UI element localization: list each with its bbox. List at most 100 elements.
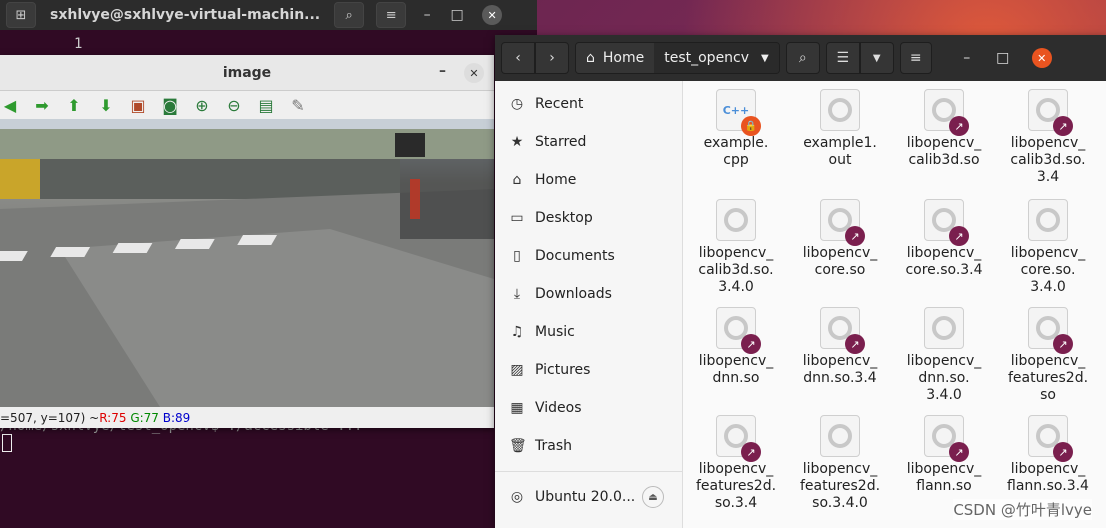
arrow-down-icon[interactable]: ⬇ [96, 95, 116, 115]
cpp-glyph: C++ [722, 103, 750, 117]
file-item[interactable]: ↗ libopencv_ core.so [788, 199, 892, 279]
terminal-header: ⊞ sxhlvye@sxhlvye-virtual-machin... ⌕ ≡ … [0, 0, 537, 30]
executable-file-icon: ↗ [820, 307, 865, 354]
sidebar-item-label: Pictures [535, 362, 591, 378]
maximize-button[interactable]: □ [442, 7, 472, 23]
file-item[interactable]: ↗ libopencv_ flann.so [892, 415, 996, 495]
minimize-button[interactable]: – [412, 7, 442, 23]
sidebar-divider [495, 471, 682, 472]
menu-button[interactable]: ≡ [899, 42, 932, 74]
chevron-down-icon: ▼ [872, 52, 881, 64]
breadcrumb-current-label: test_opencv [664, 50, 750, 66]
list-view-button[interactable]: ☰ [825, 42, 860, 74]
minimize-button[interactable]: – [439, 63, 446, 79]
sidebar-item-desktop[interactable]: ▭ Desktop [495, 199, 682, 237]
file-item[interactable]: ↗ libopencv_ calib3d.so [892, 89, 996, 169]
file-item[interactable]: example1. out [788, 89, 892, 169]
sidebar-item-videos[interactable]: ▦ Videos [495, 389, 682, 427]
executable-file-icon: ↗ [924, 89, 969, 136]
menu-button[interactable]: ≡ [376, 2, 407, 28]
gear-icon [1036, 208, 1060, 232]
symlink-badge-icon: ↗ [1053, 116, 1073, 136]
search-icon: ⌕ [345, 7, 353, 23]
sidebar-item-music[interactable]: ♫ Music [495, 313, 682, 351]
cursor-coords: =507, y=107) ~ [0, 410, 100, 425]
arrow-left-icon[interactable]: ◀ [0, 95, 20, 115]
file-name: libopencv_ features2d. so [1007, 353, 1089, 403]
breadcrumb-test-opencv[interactable]: test_opencv ▼ [654, 43, 779, 73]
image-view-icon[interactable]: ◙ [160, 95, 180, 115]
file-name: libopencv_ core.so.3.4 [905, 245, 983, 278]
file-name: libopencv_ core.so [802, 245, 878, 278]
symlink-badge-icon: ↗ [1053, 442, 1073, 462]
search-button[interactable]: ⌕ [334, 2, 365, 28]
terminal-title: sxhlvye@sxhlvye-virtual-machin... [50, 7, 321, 23]
sidebar-item-pictures[interactable]: ▨ Pictures [495, 351, 682, 389]
file-item[interactable]: ↗ libopencv_ dnn.so [684, 307, 788, 387]
gear-icon [932, 316, 956, 340]
brush-icon[interactable]: ✎ [288, 95, 308, 115]
file-item[interactable]: ↗ libopencv_ flann.so.3.4 [996, 415, 1100, 495]
minimize-button[interactable]: – [952, 50, 982, 66]
picture-icon[interactable]: ▣ [128, 95, 148, 115]
file-item[interactable]: libopencv_ calib3d.so. 3.4.0 [684, 199, 788, 296]
arrow-up-icon[interactable]: ⬆ [64, 95, 84, 115]
breadcrumb-home[interactable]: ⌂ Home [576, 43, 655, 73]
file-grid: C++ 🔒 example. cpp example1. out ↗ libopencv_… [684, 81, 1106, 528]
back-button[interactable]: ‹ [501, 42, 535, 74]
file-item[interactable]: ↗ libopencv_ calib3d.so. 3.4 [996, 89, 1100, 186]
gear-icon [724, 208, 748, 232]
chevron-right-icon: › [549, 50, 555, 66]
file-item[interactable]: ↗ libopencv_ core.so.3.4 [892, 199, 996, 279]
sidebar-item-label: Videos [535, 400, 582, 416]
sidebar-item-label: Recent [535, 96, 584, 112]
save-icon[interactable]: ▤ [256, 95, 276, 115]
files-headerbar: ‹ › ⌂ Home test_opencv ▼ ⌕ ☰ ▼ ≡ – □ ✕ [495, 35, 1106, 81]
search-button[interactable]: ⌕ [785, 42, 820, 74]
executable-file-icon [1028, 199, 1068, 241]
file-item[interactable]: ↗ libopencv_ dnn.so.3.4 [788, 307, 892, 387]
eject-icon[interactable]: ⏏ [642, 486, 664, 508]
file-name: libopencv_ calib3d.so [906, 135, 982, 168]
zoom-out-icon[interactable]: ⊖ [224, 95, 244, 115]
close-button[interactable]: ✕ [464, 63, 484, 83]
view-options-button[interactable]: ▼ [859, 42, 894, 74]
sidebar-item-documents[interactable]: ▯ Documents [495, 237, 682, 275]
sidebar-item-trash[interactable]: 🗑 Trash [495, 427, 682, 465]
symlink-badge-icon: ↗ [741, 334, 761, 354]
search-icon: ⌕ [798, 50, 807, 66]
close-button[interactable]: ✕ [482, 5, 503, 25]
sidebar-item-home[interactable]: ⌂ Home [495, 161, 682, 199]
arrow-right-icon[interactable]: ➡ [32, 95, 52, 115]
executable-file-icon: ↗ [1028, 307, 1073, 354]
sidebar-item-label: Starred [535, 134, 587, 150]
file-name: libopencv_ dnn.so [698, 353, 774, 386]
home-icon: ⌂ [512, 172, 522, 188]
symlink-badge-icon: ↗ [949, 226, 969, 246]
executable-file-icon [820, 89, 860, 131]
sidebar-item-label: Home [535, 172, 577, 188]
executable-file-icon: ↗ [1028, 89, 1073, 136]
image-window-title: image [222, 64, 272, 81]
close-button[interactable]: ✕ [1031, 48, 1052, 68]
sidebar-item-starred[interactable]: ★ Starred [495, 123, 682, 161]
file-item[interactable]: libopencv_ features2d. so.3.4.0 [788, 415, 892, 512]
maximize-button[interactable]: □ [988, 50, 1018, 66]
zoom-in-icon[interactable]: ⊕ [192, 95, 212, 115]
files-window: ‹ › ⌂ Home test_opencv ▼ ⌕ ☰ ▼ ≡ – □ ✕ ◷… [495, 35, 1106, 528]
file-item[interactable]: C++ 🔒 example. cpp [684, 89, 788, 169]
file-item[interactable]: libopencv_ core.so. 3.4.0 [996, 199, 1100, 296]
sidebar-item-downloads[interactable]: ⤓ Downloads [495, 275, 682, 313]
sidebar-item-label: Music [535, 324, 575, 340]
terminal-cursor [2, 434, 12, 452]
forward-button[interactable]: › [535, 42, 569, 74]
new-tab-button[interactable]: ⊞ [6, 2, 36, 28]
view-buttons: ☰ ▼ [825, 42, 894, 74]
file-item[interactable]: libopencv_ dnn.so. 3.4.0 [892, 307, 996, 404]
sidebar-item-ubuntu-disc[interactable]: ◎ Ubuntu 20.0... ⏏ [495, 478, 682, 516]
file-item[interactable]: ↗ libopencv_ features2d. so.3.4 [684, 415, 788, 512]
terminal-line: 1 [74, 36, 83, 52]
file-item[interactable]: ↗ libopencv_ features2d. so [996, 307, 1100, 404]
symlink-badge-icon: ↗ [949, 442, 969, 462]
sidebar-item-recent[interactable]: ◷ Recent [495, 85, 682, 123]
